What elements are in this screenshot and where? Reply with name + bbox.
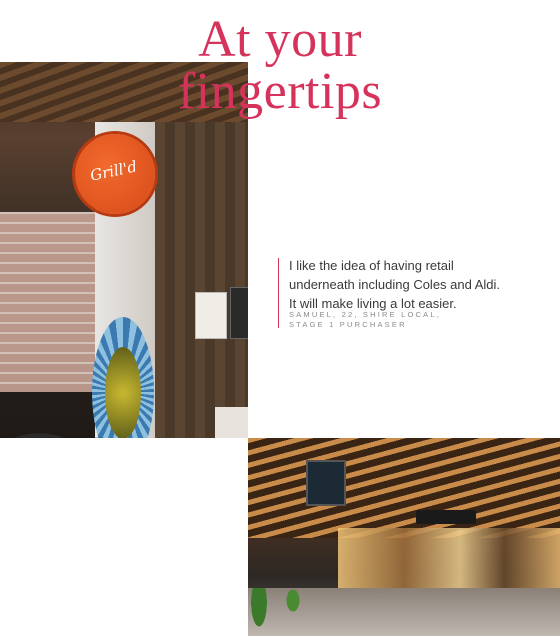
attribution-line-2: STAGE 1 PURCHASER [289,320,407,329]
quote-attribution: SAMUEL, 22, SHIRE LOCAL, STAGE 1 PURCHAS… [289,310,549,330]
directory-sign [306,460,346,506]
page-title: At your fingertips [0,14,560,118]
quote-line-2: underneath including Coles and Aldi. [289,277,501,292]
title-line-1: At your [198,11,362,68]
wall-sign [230,287,248,339]
shopping-concourse-photo [248,438,560,636]
quote-line-1: I like the idea of having retail [289,258,454,273]
brick-wall [0,212,95,392]
title-line-2: fingertips [177,63,383,120]
quote-accent-bar [278,258,279,328]
diners [0,422,130,438]
attribution-line-1: SAMUEL, 22, SHIRE LOCAL, [289,310,442,319]
wall-poster [195,292,227,339]
wood-panel-wall [155,122,248,438]
menu-board [215,407,248,438]
timber-ceiling [248,438,560,538]
planter [248,588,270,636]
shop-sign [416,510,476,524]
testimonial-quote: I like the idea of having retail underne… [289,256,549,313]
planter-small [284,590,302,616]
shopfronts [338,528,560,588]
